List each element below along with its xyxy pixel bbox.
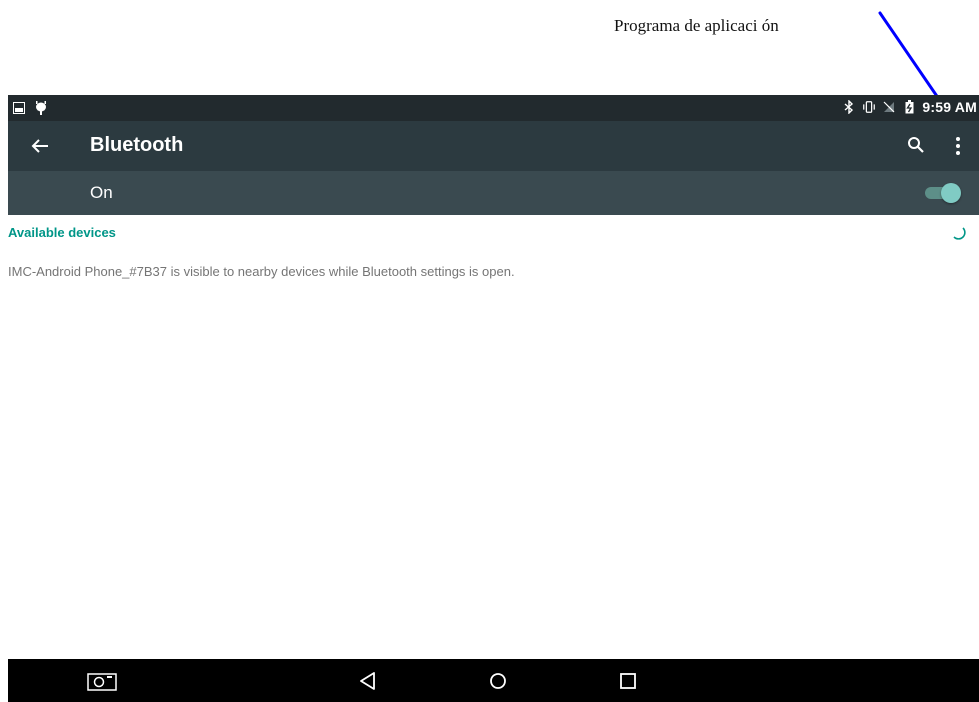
android-debug-icon <box>34 100 48 116</box>
android-screen: 9:59 AM Bluetooth On Available devices I… <box>8 95 979 702</box>
screenshot-icon <box>87 673 117 691</box>
recents-icon <box>620 673 636 689</box>
bluetooth-switch-bar[interactable]: On <box>8 171 979 215</box>
toggle-thumb <box>941 183 961 203</box>
back-button[interactable] <box>352 667 384 695</box>
no-signal-icon <box>882 99 896 115</box>
recents-button[interactable] <box>612 667 644 695</box>
vibrate-icon <box>862 99 876 115</box>
annotation-caption: Programa de aplicaci ón <box>614 16 779 35</box>
battery-charging-icon <box>902 99 916 115</box>
search-button[interactable] <box>902 131 930 159</box>
bluetooth-toggle[interactable] <box>925 183 961 203</box>
gallery-icon <box>12 100 26 116</box>
app-toolbar: Bluetooth <box>8 121 979 171</box>
available-devices-header: Available devices <box>8 225 116 240</box>
screenshot-button[interactable] <box>86 667 118 695</box>
overflow-menu-button[interactable] <box>946 131 970 161</box>
page-title: Bluetooth <box>90 134 184 156</box>
search-icon <box>908 137 924 153</box>
status-time: 9:59 AM <box>922 99 977 115</box>
back-icon <box>360 672 375 690</box>
switch-label: On <box>90 183 113 202</box>
home-icon <box>490 673 506 689</box>
navigate-up-button[interactable] <box>26 132 54 160</box>
arrow-back-icon <box>31 139 48 153</box>
bluetooth-icon <box>842 99 856 115</box>
scanning-progress-icon <box>953 227 966 240</box>
navigation-bar <box>8 659 979 702</box>
overflow-menu-icon <box>956 137 960 155</box>
visibility-notice: IMC-Android Phone_#7B37 is visible to ne… <box>8 264 515 279</box>
home-button[interactable] <box>482 667 514 695</box>
status-bar: 9:59 AM <box>8 95 979 121</box>
